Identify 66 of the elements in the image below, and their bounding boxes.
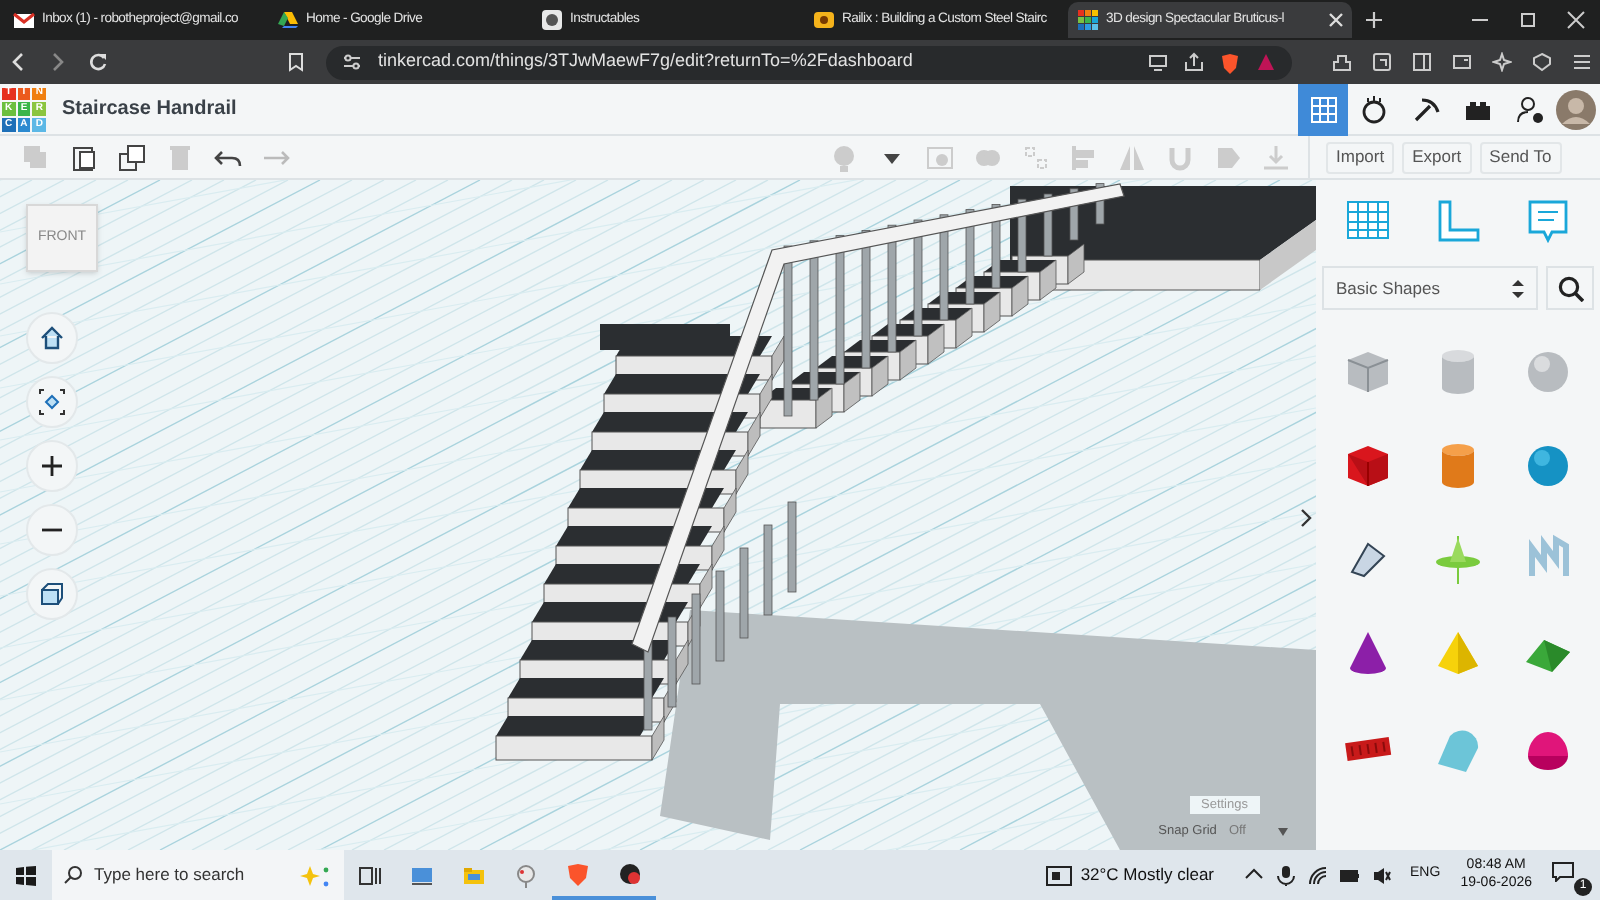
cast-icon[interactable] <box>1148 52 1168 72</box>
toolbar-button[interactable]: Send To <box>1479 141 1562 173</box>
message-icon <box>1552 861 1574 881</box>
note-icon[interactable] <box>1523 198 1572 246</box>
laptop-icon[interactable] <box>410 863 434 887</box>
sort-arrows-icon <box>1512 279 1524 297</box>
search-icon <box>64 866 82 884</box>
windows-start-icon[interactable] <box>16 865 36 885</box>
paste-icon[interactable] <box>70 143 98 171</box>
toolbar-button[interactable]: Import <box>1326 141 1395 173</box>
projection-button[interactable] <box>26 568 78 620</box>
back-icon[interactable] <box>8 52 28 72</box>
sidebar-icon[interactable] <box>1412 52 1432 72</box>
grid-logo-icon <box>1076 8 1100 32</box>
caret-icon <box>1278 828 1288 837</box>
search-icon <box>1557 275 1583 301</box>
address-field[interactable]: tinkercad.com/things/3TJwMaewF7g/edit?returnTo=%2Fdashboard <box>325 45 1292 79</box>
grid-view-button[interactable] <box>1298 83 1348 135</box>
toolbar-button[interactable]: Export <box>1402 141 1472 173</box>
sparkle-icon <box>296 863 332 887</box>
duplicate-icon[interactable] <box>118 143 146 171</box>
ruler-icon[interactable] <box>1433 198 1482 246</box>
design-title[interactable]: Staircase Handrail <box>62 94 237 124</box>
taskbar-search-field[interactable]: Type here to search <box>52 850 344 900</box>
staircase-drawing[interactable] <box>495 183 1316 761</box>
wifi-icon[interactable] <box>1308 865 1329 885</box>
site-settings-icon[interactable] <box>341 52 362 72</box>
sparkle-icon[interactable] <box>1492 52 1512 72</box>
mail-icon <box>12 8 36 32</box>
collapse-panel-icon[interactable] <box>1300 508 1312 528</box>
circle-logo-icon <box>540 8 564 32</box>
home-icon <box>38 324 66 352</box>
new-tab-icon[interactable] <box>1364 10 1384 30</box>
box-icon <box>38 580 66 608</box>
pickaxe-icon[interactable] <box>1412 95 1440 123</box>
search-button[interactable] <box>1546 266 1594 310</box>
fit-view-button[interactable] <box>26 376 78 428</box>
battery-icon[interactable] <box>1340 865 1361 885</box>
home-button[interactable] <box>26 312 78 364</box>
lion-shield-icon[interactable] <box>1220 51 1240 73</box>
close-icon[interactable] <box>1328 12 1344 28</box>
muted-speaker-icon[interactable] <box>1372 865 1393 885</box>
reload-icon[interactable] <box>88 52 108 72</box>
record-app-icon[interactable] <box>618 861 642 885</box>
weather-icon[interactable] <box>1046 865 1073 885</box>
weather-text[interactable]: 32°C Mostly clear <box>1080 862 1215 888</box>
folder-icon[interactable] <box>462 863 486 887</box>
category-dropdown[interactable]: Basic Shapes <box>1322 266 1538 310</box>
zoom-in-button[interactable] <box>26 440 78 492</box>
fit-view-icon <box>38 388 66 416</box>
tab-search-icon[interactable] <box>1372 52 1392 72</box>
task-view-icon[interactable] <box>358 863 382 887</box>
restore-icon[interactable] <box>1518 10 1538 30</box>
share-icon[interactable] <box>1184 52 1204 72</box>
triangle-logo-icon <box>276 8 300 32</box>
bookmark-icon[interactable] <box>285 52 306 72</box>
avatar-icon[interactable] <box>1556 89 1596 129</box>
close-icon[interactable] <box>1566 10 1586 30</box>
forward-icon[interactable] <box>48 52 68 72</box>
lion-browser-icon[interactable] <box>566 861 590 885</box>
microphone-icon[interactable] <box>1276 865 1297 885</box>
add-user-icon[interactable] <box>1516 95 1544 123</box>
menu-icon[interactable] <box>1572 52 1592 72</box>
plus-icon <box>38 452 66 480</box>
triangle-icon[interactable] <box>1256 52 1276 72</box>
grid-icon <box>1309 95 1337 123</box>
